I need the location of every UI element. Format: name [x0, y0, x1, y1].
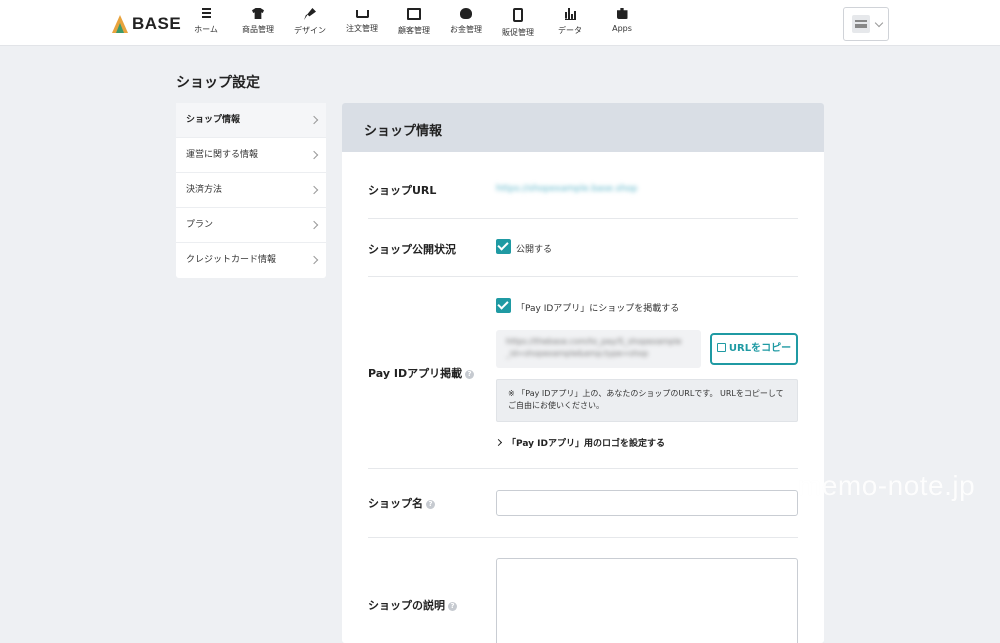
nav-data[interactable]: データ	[544, 8, 596, 40]
nav-home[interactable]: ホーム	[180, 8, 232, 40]
shop-url-row: ショップURL https://shopexample.base.shop	[368, 152, 798, 219]
sidebar-item-label: プラン	[186, 220, 214, 230]
panel-title: ショップ情報	[364, 124, 443, 139]
base-logo-icon	[112, 15, 128, 33]
sidebar-item-payment[interactable]: 決済方法	[176, 173, 326, 208]
chevron-right-icon	[309, 220, 319, 230]
puzzle-icon	[616, 8, 628, 19]
store-switcher-button[interactable]	[843, 7, 889, 41]
store-icon	[852, 15, 870, 33]
cart-icon	[355, 10, 369, 18]
sidebar-item-shop-info[interactable]: ショップ情報	[176, 103, 326, 138]
nav-label: 顧客管理	[398, 26, 430, 35]
payid-label: Pay IDアプリ掲載?	[368, 365, 475, 381]
money-bag-icon	[460, 8, 472, 19]
brush-icon	[304, 8, 316, 20]
nav-promotion[interactable]: 販促管理	[492, 8, 544, 40]
chevron-right-icon	[309, 115, 319, 125]
nav-label: データ	[558, 26, 582, 35]
sidebar-item-operation-info[interactable]: 運営に関する情報	[176, 138, 326, 173]
shop-name-label-text: ショップ名	[368, 497, 423, 510]
shop-name-input[interactable]	[496, 490, 798, 516]
shop-name-label: ショップ名?	[368, 495, 435, 511]
nav-label: 注文管理	[346, 24, 378, 33]
nav-label: ホーム	[194, 25, 218, 34]
main-nav: ホーム 商品管理 デザイン 注文管理 顧客管理 お金管理 販促管理 データ Ap…	[180, 8, 648, 40]
payid-url-text: https://thebase.com/to_pay/S_shopexample…	[506, 336, 681, 360]
chevron-down-icon	[874, 18, 884, 28]
sidebar-item-plan[interactable]: プラン	[176, 208, 326, 243]
shop-url-label: ショップURL	[368, 184, 437, 197]
nav-apps[interactable]: Apps	[596, 8, 648, 40]
nav-customers[interactable]: 顧客管理	[388, 8, 440, 40]
logo-text: BASE	[132, 14, 182, 33]
shop-description-label: ショップの説明?	[368, 597, 457, 613]
publish-status-row: ショップ公開状況 公開する	[368, 218, 798, 277]
chevron-right-icon	[309, 185, 319, 195]
settings-sidebar: ショップ情報 運営に関する情報 決済方法 プラン クレジットカード情報	[176, 103, 326, 278]
copy-icon	[716, 343, 726, 352]
payid-label-text: Pay IDアプリ掲載	[368, 367, 463, 380]
payid-url-line: _id=shopexample&amp;type=shop	[506, 349, 649, 358]
nav-design[interactable]: デザイン	[284, 8, 336, 40]
id-card-icon	[407, 8, 421, 20]
nav-label: お金管理	[450, 25, 482, 34]
publish-checkbox[interactable]	[496, 239, 511, 254]
nav-label: 販促管理	[502, 28, 534, 37]
payid-note-box: ※ 「Pay IDアプリ」上の、あなたのショップのURLです。 URLをコピーし…	[496, 379, 798, 422]
payid-checkbox[interactable]	[496, 298, 511, 313]
panel-header: ショップ情報	[342, 103, 824, 152]
payid-note-text: ※ 「Pay IDアプリ」上の、あなたのショップのURLです。 URLをコピーし…	[508, 389, 784, 410]
bar-chart-icon	[564, 8, 576, 20]
shirt-icon	[252, 8, 264, 19]
nav-money[interactable]: お金管理	[440, 8, 492, 40]
sidebar-item-label: ショップ情報	[186, 115, 241, 125]
sidebar-item-label: 運営に関する情報	[186, 150, 259, 160]
shop-description-row: ショップの説明?	[368, 537, 798, 643]
payid-url-box: https://thebase.com/to_pay/S_shopexample…	[496, 330, 701, 368]
list-icon	[201, 8, 211, 19]
nav-orders[interactable]: 注文管理	[336, 8, 388, 40]
nav-label: 商品管理	[242, 25, 274, 34]
help-icon[interactable]: ?	[448, 601, 457, 611]
payid-logo-link[interactable]: 「Pay IDアプリ」用のロゴを設定する	[494, 436, 665, 449]
help-icon[interactable]: ?	[426, 499, 435, 509]
smartphone-icon	[513, 8, 523, 22]
sidebar-item-credit-card[interactable]: クレジットカード情報	[176, 243, 326, 278]
payid-checkbox-label: 「Pay IDアプリ」にショップを掲載する	[516, 304, 680, 314]
copy-url-button-label: URLをコピー	[728, 343, 792, 354]
shop-description-label-text: ショップの説明	[368, 599, 445, 612]
chevron-right-icon	[309, 255, 319, 265]
top-header: BASE ホーム 商品管理 デザイン 注文管理 顧客管理 お金管理 販促管理 デ…	[0, 0, 1000, 46]
watermark: memo-note.jp	[798, 470, 976, 501]
sidebar-item-label: クレジットカード情報	[186, 255, 277, 265]
shop-name-row: ショップ名?	[368, 468, 798, 538]
nav-products[interactable]: 商品管理	[232, 8, 284, 40]
sidebar-item-label: 決済方法	[186, 185, 223, 195]
base-logo[interactable]: BASE	[112, 14, 181, 34]
shop-info-panel: ショップ情報 ショップURL https://shopexample.base.…	[342, 103, 824, 643]
copy-url-button[interactable]: URLをコピー	[710, 333, 798, 365]
nav-label: Apps	[612, 24, 632, 33]
nav-label: デザイン	[294, 26, 326, 35]
publish-checkbox-label: 公開する	[516, 245, 553, 255]
help-icon[interactable]: ?	[465, 369, 475, 379]
payid-url-line: https://thebase.com/to_pay/S_shopexample	[506, 337, 682, 346]
chevron-right-icon	[309, 150, 319, 160]
payid-logo-link-label: 「Pay IDアプリ」用のロゴを設定する	[507, 439, 665, 449]
publish-status-label: ショップ公開状況	[368, 243, 456, 256]
chevron-right-icon	[494, 438, 503, 447]
shop-description-textarea[interactable]	[496, 558, 798, 643]
page-title: ショップ設定	[176, 75, 260, 91]
shop-url-link[interactable]: https://shopexample.base.shop	[496, 184, 637, 194]
